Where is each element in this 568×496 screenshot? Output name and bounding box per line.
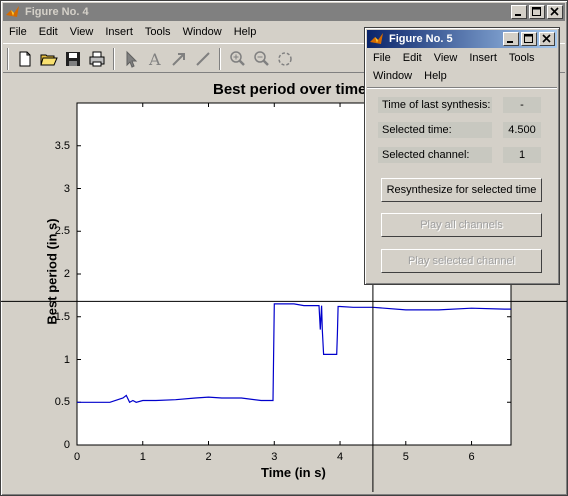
x-tick-label: 2 bbox=[205, 451, 212, 463]
minimize-icon bbox=[507, 41, 513, 43]
maximize-button[interactable] bbox=[521, 32, 537, 46]
y-tick-label: 2 bbox=[63, 268, 70, 280]
x-tick-label: 4 bbox=[337, 451, 344, 463]
close-icon bbox=[550, 7, 559, 16]
y-tick-label: 0.5 bbox=[54, 396, 70, 409]
selected-time-label: Selected time: bbox=[378, 122, 492, 138]
selected-channel-label: Selected channel: bbox=[378, 147, 492, 163]
rotate-3d-icon[interactable] bbox=[275, 49, 295, 69]
matlab-icon bbox=[6, 6, 19, 17]
menu-view[interactable]: View bbox=[428, 49, 464, 67]
print-icon[interactable] bbox=[87, 49, 107, 69]
toolbar-grip bbox=[7, 48, 9, 70]
selected-channel-value: 1 bbox=[503, 147, 541, 163]
menu-view[interactable]: View bbox=[64, 23, 100, 41]
figure5-menubar-row2: Window Help bbox=[367, 67, 557, 85]
y-tick-label: 1.5 bbox=[54, 310, 70, 323]
y-tick-label: 0 bbox=[63, 439, 70, 451]
zoom-out-icon[interactable] bbox=[251, 49, 271, 69]
menu-help[interactable]: Help bbox=[418, 67, 453, 85]
minimize-icon bbox=[515, 14, 521, 16]
y-tick-label: 2.5 bbox=[54, 225, 70, 238]
open-folder-icon[interactable] bbox=[39, 49, 59, 69]
insert-line-icon[interactable] bbox=[193, 49, 213, 69]
figure5-titlebar[interactable]: Figure No. 5 bbox=[367, 30, 557, 48]
menu-insert[interactable]: Insert bbox=[463, 49, 503, 67]
insert-text-icon[interactable]: A bbox=[145, 49, 165, 69]
minimize-button[interactable] bbox=[511, 5, 527, 19]
menubar-divider bbox=[367, 87, 557, 89]
menu-help[interactable]: Help bbox=[228, 23, 263, 41]
menu-file[interactable]: File bbox=[3, 23, 33, 41]
maximize-icon bbox=[532, 7, 541, 16]
x-tick-label: 5 bbox=[402, 451, 409, 463]
menu-tools[interactable]: Tools bbox=[139, 23, 177, 41]
x-tick-label: 1 bbox=[139, 451, 146, 463]
svg-text:A: A bbox=[148, 50, 161, 69]
series-line bbox=[77, 303, 511, 404]
new-file-icon[interactable] bbox=[15, 49, 35, 69]
menu-window[interactable]: Window bbox=[177, 23, 228, 41]
figure5-window: Figure No. 5 File Edit View Insert Tools… bbox=[364, 27, 560, 285]
minimize-button[interactable] bbox=[503, 32, 519, 46]
insert-arrow-icon[interactable] bbox=[169, 49, 189, 69]
close-icon bbox=[542, 34, 551, 43]
x-tick-label: 0 bbox=[74, 451, 81, 463]
menu-edit[interactable]: Edit bbox=[397, 49, 428, 67]
x-tick-label: 6 bbox=[468, 451, 475, 463]
zoom-in-icon[interactable] bbox=[227, 49, 247, 69]
menu-file[interactable]: File bbox=[367, 49, 397, 67]
y-tick-label: 3.5 bbox=[54, 139, 70, 152]
figure5-menubar-row1: File Edit View Insert Tools bbox=[367, 49, 557, 67]
y-tick-label: 1 bbox=[63, 353, 70, 366]
x-tick-label: 3 bbox=[271, 451, 278, 463]
menu-insert[interactable]: Insert bbox=[99, 23, 139, 41]
toolbar-separator bbox=[219, 48, 221, 70]
resynthesize-button[interactable]: Resynthesize for selected time bbox=[381, 178, 542, 202]
play-all-channels-button[interactable]: Play all channels bbox=[381, 213, 542, 237]
chart-title: Best period over time bbox=[213, 81, 367, 98]
menu-edit[interactable]: Edit bbox=[33, 23, 64, 41]
toolbar-separator bbox=[113, 48, 115, 70]
maximize-button[interactable] bbox=[529, 5, 545, 19]
play-selected-channel-button[interactable]: Play selected channel bbox=[381, 249, 542, 273]
maximize-icon bbox=[524, 34, 533, 43]
figure4-titlebar[interactable]: Figure No. 4 bbox=[3, 3, 565, 21]
x-axis-label: Time (in s) bbox=[261, 465, 326, 480]
save-icon[interactable] bbox=[63, 49, 83, 69]
last-synthesis-value: - bbox=[503, 97, 541, 113]
matlab-icon bbox=[370, 33, 383, 44]
last-synthesis-label: Time of last synthesis: bbox=[378, 97, 492, 113]
menu-tools[interactable]: Tools bbox=[503, 49, 541, 67]
y-tick-label: 3 bbox=[63, 182, 70, 195]
figure5-title: Figure No. 5 bbox=[389, 33, 453, 45]
menu-window[interactable]: Window bbox=[367, 67, 418, 85]
close-button[interactable] bbox=[539, 32, 555, 46]
figure4-title: Figure No. 4 bbox=[25, 6, 89, 18]
close-button[interactable] bbox=[547, 5, 563, 19]
select-arrow-icon[interactable] bbox=[121, 49, 141, 69]
selected-time-value: 4.500 bbox=[503, 122, 541, 138]
